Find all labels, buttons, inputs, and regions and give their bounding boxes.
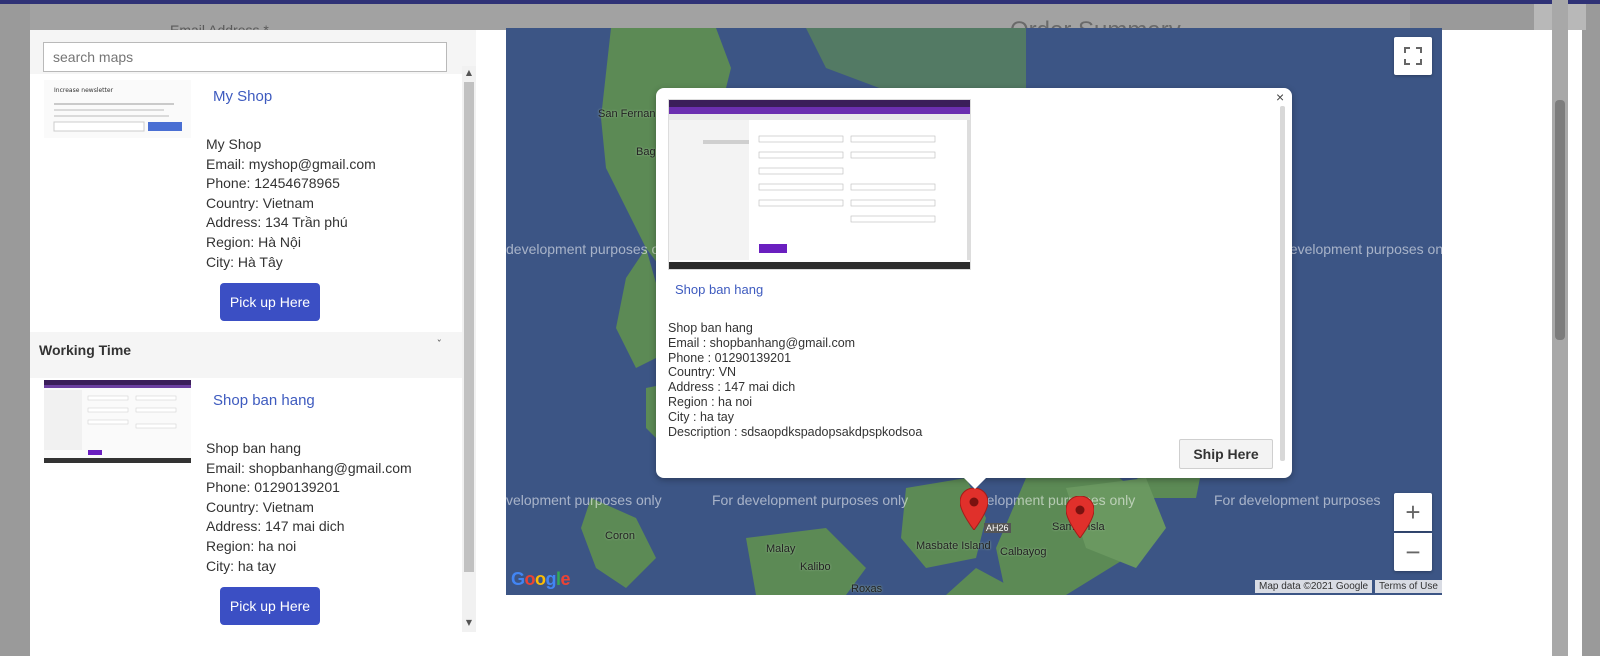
- info-detail-line: Shop ban hang: [668, 321, 753, 335]
- info-window-close-button[interactable]: ×: [1276, 89, 1284, 105]
- fullscreen-button[interactable]: [1394, 37, 1432, 75]
- store-card: Increase newsletter My Shop My Shop Emai…: [30, 74, 462, 336]
- store-detail-line: Country: Vietnam: [206, 194, 314, 211]
- map-place-label: Kalibo: [800, 561, 831, 573]
- ship-here-button[interactable]: Ship Here: [1179, 439, 1273, 469]
- dev-watermark: velopment purposes only: [506, 492, 662, 508]
- chevron-down-icon: ˇ: [436, 338, 443, 351]
- store-name-link[interactable]: Shop ban hang: [213, 392, 315, 409]
- info-detail-line: Address : 147 mai dich: [668, 380, 796, 395]
- section-title: Working Time: [39, 342, 132, 358]
- terms-of-use-link[interactable]: Terms of Use: [1375, 580, 1442, 593]
- info-detail-line: City : ha tay: [668, 409, 734, 424]
- dev-watermark: For development purposes only: [712, 492, 909, 508]
- pick-up-here-button[interactable]: Pick up Here: [220, 283, 320, 321]
- list-scrollbar-thumb[interactable]: [464, 82, 474, 572]
- store-thumbnail: [44, 380, 191, 463]
- dev-watermark: development purposes only: [964, 492, 1136, 508]
- map-place-label: Calbayog: [1000, 546, 1047, 558]
- pick-up-here-button[interactable]: Pick up Here: [220, 587, 320, 625]
- store-detail-line: Region: Hà Nội: [206, 233, 301, 250]
- marker-info-window: × Shop ban hang Shop ban hang Email: sh…: [656, 88, 1292, 478]
- info-detail-line: Email : shopbanhang@gmail.com: [668, 335, 856, 350]
- store-detail-line: Email: shopbanhang@gmail.com: [206, 459, 412, 476]
- store-detail-line: Shop ban hang: [206, 440, 301, 456]
- store-detail-line: Address: 134 Trần phú: [206, 214, 348, 231]
- map-canvas[interactable]: development purposes on development purp…: [506, 28, 1442, 595]
- list-scrollbar[interactable]: ▲ ▼: [462, 66, 476, 632]
- store-detail-line: Country: Vietnam: [206, 498, 314, 515]
- dev-watermark: For development purposes: [1214, 492, 1381, 508]
- map-place-label: Bag: [636, 146, 656, 158]
- dev-watermark: development purposes only: [1282, 241, 1442, 257]
- section-header-working-time[interactable]: Working Time ˇ: [30, 332, 462, 368]
- info-detail-line: Phone : 01290139201: [668, 350, 792, 365]
- store-details: Shop ban hang Email: shopbanhang@gmail.c…: [206, 439, 412, 576]
- store-detail-line: Address: 147 mai dich: [206, 518, 345, 535]
- map-place-label: Coron: [605, 530, 635, 542]
- store-details: My Shop Email: myshop@gmail.com Phone: 1…: [206, 135, 376, 272]
- store-detail-line: Phone: 12454678965: [206, 175, 340, 192]
- fullscreen-icon: [1404, 47, 1422, 65]
- map-place-label: San Fernan: [598, 108, 656, 120]
- google-logo: Google: [511, 569, 571, 589]
- info-detail-line: Region : ha noi: [668, 394, 753, 409]
- info-window-store-link[interactable]: Shop ban hang: [675, 282, 763, 297]
- map-place-label: Roxas: [851, 583, 883, 595]
- map-place-label: Masbate Island: [916, 540, 991, 552]
- info-detail-line: Country: VN: [668, 365, 737, 380]
- scroll-up-arrow-icon[interactable]: ▲: [462, 68, 476, 77]
- store-detail-line: Region: ha noi: [206, 537, 297, 554]
- zoom-out-button[interactable]: −: [1394, 533, 1432, 571]
- map-marker-icon[interactable]: [960, 488, 988, 530]
- map-data-attribution: Map data ©2021 Google: [1255, 580, 1373, 593]
- info-window-pointer: [963, 477, 987, 489]
- store-detail-line: My Shop: [206, 136, 262, 152]
- info-detail-line: Description : sdsaopdkspadopsakdpspkodso…: [668, 424, 923, 439]
- dev-watermark: development purposes on: [506, 241, 668, 257]
- zoom-in-button[interactable]: +: [1394, 493, 1432, 531]
- store-screenshot-image: [668, 99, 971, 270]
- map-place-label: Malay: [766, 543, 796, 555]
- info-window-details: Shop ban hang Email : shopbanhang@gmail.…: [668, 321, 922, 439]
- store-detail-line: City: ha tay: [206, 557, 277, 574]
- store-detail-line: Email: myshop@gmail.com: [206, 155, 376, 172]
- store-card: Shop ban hang Shop ban hang Email: shopb…: [30, 378, 462, 632]
- scroll-down-arrow-icon[interactable]: ▼: [462, 618, 476, 627]
- page-scrollbar[interactable]: [1552, 0, 1568, 656]
- store-detail-line: Phone: 01290139201: [206, 479, 340, 496]
- store-name-link[interactable]: My Shop: [213, 88, 272, 105]
- info-window-scrollbar[interactable]: [1280, 106, 1285, 461]
- map-marker-icon[interactable]: [1066, 496, 1094, 538]
- page-scrollbar-thumb[interactable]: [1555, 100, 1565, 340]
- store-list-panel: Increase newsletter My Shop My Shop Emai…: [30, 30, 476, 632]
- store-thumbnail: Increase newsletter: [44, 80, 191, 138]
- thumb-caption: Increase newsletter: [54, 87, 114, 94]
- search-input[interactable]: [43, 42, 447, 72]
- store-detail-line: City: Hà Tây: [206, 253, 283, 270]
